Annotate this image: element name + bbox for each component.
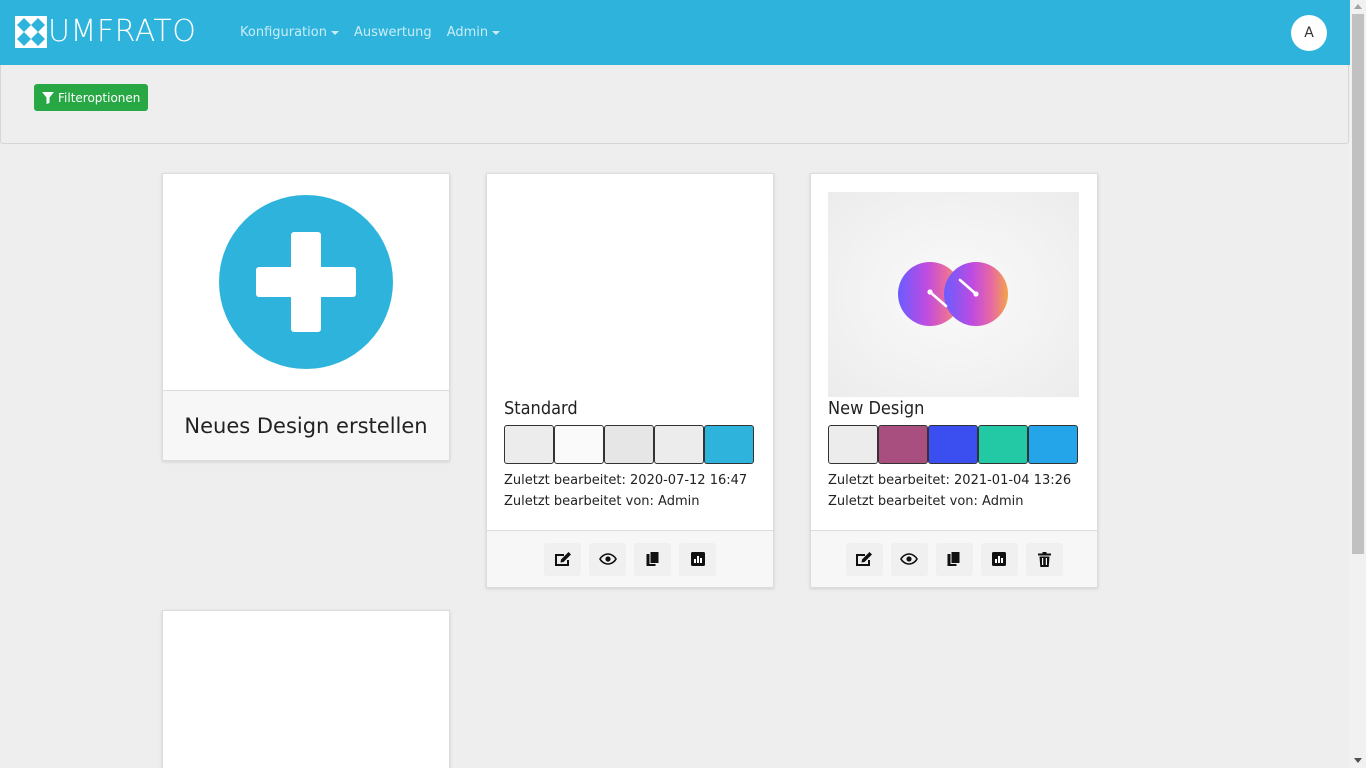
- color-swatch: [504, 425, 554, 464]
- filter-button-label: Filteroptionen: [58, 90, 141, 105]
- nav-item-label: Admin: [446, 25, 489, 40]
- trash-icon: [1037, 551, 1051, 567]
- color-swatch: [554, 425, 604, 464]
- filter-bar: Filteroptionen: [0, 65, 1349, 144]
- statistics-button[interactable]: [679, 542, 716, 576]
- design-card: [162, 610, 450, 768]
- infinity-logo-icon: [898, 262, 1008, 326]
- color-swatch: [1028, 425, 1078, 464]
- scroll-down-arrow-icon[interactable]: [1354, 758, 1362, 763]
- last-edited-date: Zuletzt bearbeitet: 2020-07-12 16:47: [504, 473, 748, 488]
- caret-down-icon: [330, 31, 339, 35]
- edit-button[interactable]: [544, 542, 581, 576]
- scrollbar-thumb[interactable]: [1352, 14, 1364, 554]
- new-design-card[interactable]: Neues Design erstellen: [162, 173, 450, 461]
- top-navbar: UMFRATO Konfiguration Auswertung Admin A: [0, 0, 1350, 65]
- color-swatch: [978, 425, 1028, 464]
- statistics-button[interactable]: [980, 542, 1018, 576]
- color-swatch: [654, 425, 704, 464]
- design-card: Standard Zuletzt bearbeitet: 2020-07-12 …: [486, 173, 774, 588]
- copy-icon: [646, 551, 659, 566]
- design-title: New Design: [828, 398, 925, 419]
- last-edited-by: Zuletzt bearbeitet von: Admin: [504, 494, 700, 509]
- edit-icon: [554, 552, 571, 566]
- last-edited-date: Zuletzt bearbeitet: 2021-01-04 13:26: [828, 473, 1072, 488]
- diamond-grid-logo-icon: [15, 16, 47, 48]
- preview-button[interactable]: [890, 542, 928, 576]
- design-thumbnail: [828, 192, 1079, 397]
- brand[interactable]: UMFRATO: [15, 16, 196, 48]
- nav-item-konfiguration[interactable]: Konfiguration: [240, 25, 339, 40]
- last-edited-by: Zuletzt bearbeitet von: Admin: [828, 494, 1024, 509]
- design-card: New Design Zuletzt bearbeitet: 2021-01-0…: [810, 173, 1098, 588]
- chart-icon: [690, 552, 705, 566]
- color-swatch: [878, 425, 928, 464]
- eye-icon: [598, 553, 617, 565]
- copy-icon: [947, 551, 961, 566]
- color-swatch: [928, 425, 978, 464]
- scroll-up-arrow-icon[interactable]: [1354, 4, 1362, 9]
- filter-options-button[interactable]: Filteroptionen: [34, 84, 149, 111]
- preview-button[interactable]: [589, 542, 626, 576]
- nav-item-auswertung[interactable]: Auswertung: [354, 25, 432, 40]
- design-actions: [487, 530, 773, 587]
- design-thumbnail: [504, 192, 755, 397]
- nav-item-admin[interactable]: Admin: [446, 25, 501, 40]
- caret-down-icon: [492, 31, 501, 35]
- copy-button[interactable]: [634, 542, 671, 576]
- eye-icon: [900, 553, 918, 565]
- plus-icon[interactable]: [219, 195, 393, 369]
- design-title: Standard: [504, 398, 578, 419]
- new-design-label[interactable]: Neues Design erstellen: [163, 390, 449, 460]
- new-design-image-area: [163, 174, 449, 390]
- nav-item-label: Auswertung: [353, 25, 432, 40]
- brand-name: UMFRATO: [48, 14, 197, 49]
- filter-icon: [42, 91, 54, 104]
- user-avatar[interactable]: A: [1291, 15, 1327, 51]
- color-swatch: [604, 425, 654, 464]
- main-nav: Konfiguration Auswertung Admin: [240, 0, 515, 65]
- delete-button[interactable]: [1025, 542, 1063, 576]
- chart-icon: [992, 552, 1006, 566]
- vertical-scrollbar[interactable]: [1350, 0, 1366, 768]
- color-swatches: [504, 425, 754, 464]
- edit-button[interactable]: [845, 542, 883, 576]
- color-swatches: [828, 425, 1078, 464]
- design-actions: [811, 530, 1097, 587]
- edit-icon: [856, 552, 872, 566]
- copy-button[interactable]: [935, 542, 973, 576]
- color-swatch: [828, 425, 878, 464]
- nav-item-label: Konfiguration: [240, 25, 327, 40]
- color-swatch: [704, 425, 754, 464]
